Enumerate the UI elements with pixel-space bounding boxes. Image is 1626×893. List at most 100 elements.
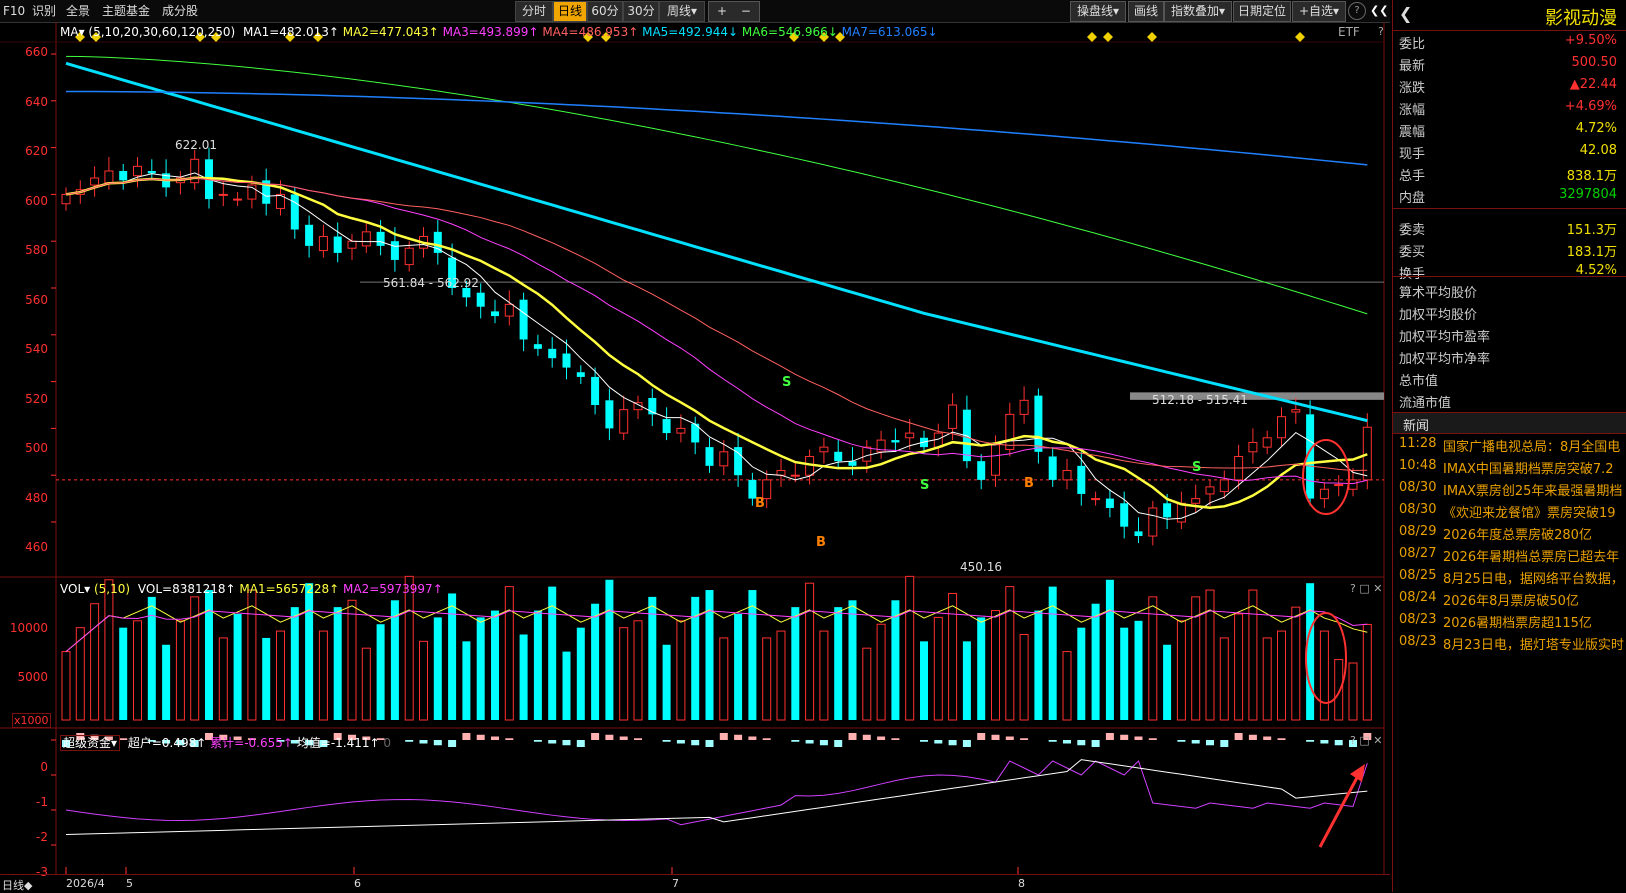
- news-item[interactable]: 11:28 国家广播电视总局：8月全国电: [1393, 436, 1626, 457]
- fund-bar: [1263, 736, 1272, 740]
- news-item[interactable]: 08/27 2026年暑期档总票房已超去年: [1393, 546, 1626, 567]
- ma-dropdown[interactable]: MA▾: [60, 25, 85, 39]
- tab-weekly[interactable]: 周线▾: [659, 1, 705, 22]
- period-mode-label[interactable]: 日线◆: [2, 877, 32, 893]
- ma-params: (5,10,20,30,60,120,250): [88, 25, 236, 39]
- volume-bar: [848, 600, 857, 720]
- volume-bar: [404, 575, 414, 721]
- news-item[interactable]: 08/30 IMAX票房创25年来最强暑期档: [1393, 480, 1626, 501]
- volume-bar: [162, 644, 171, 720]
- volume-bar: [734, 613, 743, 720]
- volume-bar: [576, 627, 585, 720]
- candle-body: [133, 165, 142, 177]
- vol-value: VOL=8381218↑: [137, 582, 236, 596]
- stats-row[interactable]: 加权平均市净率: [1393, 348, 1626, 369]
- candle-body: [548, 348, 557, 359]
- volume-bar: [891, 600, 900, 720]
- draw-line-button[interactable]: 画线: [1128, 1, 1164, 22]
- news-time: 08/27: [1399, 546, 1437, 561]
- fund-cumulative-line: [65, 760, 1368, 826]
- stats-row[interactable]: 加权平均市盈率: [1393, 326, 1626, 347]
- news-headline: 2026年8月票房破50亿: [1443, 594, 1579, 609]
- tab-daily[interactable]: 日线: [553, 1, 587, 22]
- zoom-out-button[interactable]: −: [741, 4, 751, 18]
- fund-bar: [762, 738, 771, 740]
- candle-body: [790, 474, 800, 477]
- vol-pane-controls[interactable]: ? □ ✕: [1350, 582, 1382, 595]
- news-item[interactable]: 08/29 2026年度总票房破280亿: [1393, 524, 1626, 545]
- identify-button[interactable]: 识别: [32, 2, 56, 20]
- overview-button[interactable]: 全景: [66, 2, 90, 20]
- collapse-panel-icon[interactable]: ❮❮: [1370, 2, 1388, 20]
- event-diamond-icon: [1087, 32, 1097, 42]
- stats-label: 算术平均股价: [1399, 286, 1478, 301]
- volume-bar: [347, 599, 357, 721]
- stats-row[interactable]: 算术平均股价: [1393, 282, 1626, 303]
- price-tick-label: 640: [25, 94, 48, 109]
- news-headline: 2026暑期档票房超115亿: [1443, 616, 1592, 631]
- fund-bar: [862, 734, 871, 740]
- price-tick-label: 540: [25, 342, 48, 356]
- operation-line-dropdown[interactable]: 操盘线▾: [1070, 1, 1126, 22]
- theme-fund-button[interactable]: 主题基金: [102, 2, 150, 20]
- fund-bar: [734, 734, 743, 740]
- volume-bar: [605, 579, 614, 720]
- volume-bar: [90, 603, 100, 721]
- quote-value: 42.08: [1579, 143, 1617, 158]
- ma4-value: MA4=486.953↑: [542, 25, 639, 39]
- news-item[interactable]: 08/25 8月25日电，据网络平台数据，: [1393, 568, 1626, 589]
- news-item[interactable]: 10:48 IMAX中国暑期档票房突破7.2: [1393, 458, 1626, 479]
- fund-bar: [805, 740, 814, 744]
- add-watchlist-dropdown[interactable]: +自选▾: [1292, 1, 1346, 22]
- back-icon[interactable]: ❮: [1399, 4, 1412, 23]
- news-item[interactable]: 08/23 8月23日电，据灯塔专业版实时: [1393, 634, 1626, 655]
- constituents-button[interactable]: 成分股: [162, 2, 198, 20]
- volume-bar: [1091, 603, 1100, 720]
- tab-60min[interactable]: 60分: [587, 1, 623, 22]
- fund-bar: [1334, 740, 1343, 746]
- index-overlay-dropdown[interactable]: 指数叠加▾: [1164, 1, 1232, 22]
- fund-dropdown[interactable]: 超级资金▾: [60, 735, 121, 751]
- volume-bar: [562, 651, 571, 720]
- f10-button[interactable]: F10: [3, 2, 25, 20]
- ma250-line: [65, 90, 1368, 166]
- stats-row[interactable]: 流通市值: [1393, 392, 1626, 413]
- zoom-in-button[interactable]: +: [717, 4, 727, 18]
- volume-bar: [1319, 630, 1329, 721]
- candle-body: [519, 299, 528, 340]
- fund-pane-controls[interactable]: ? □ ✕: [1350, 734, 1382, 747]
- volume-bar: [1176, 620, 1186, 721]
- pane-help-icon[interactable]: ?: [1378, 25, 1384, 38]
- volume-bar: [504, 586, 514, 721]
- volume-bar: [1163, 644, 1172, 720]
- date-locate-button[interactable]: 日期定位: [1233, 1, 1291, 22]
- etf-label[interactable]: ETF: [1338, 25, 1360, 39]
- tab-intraday[interactable]: 分时: [515, 1, 553, 22]
- tab-30min[interactable]: 30分: [623, 1, 659, 22]
- volume-bar: [762, 637, 772, 721]
- stats-label: 加权平均股价: [1399, 308, 1478, 323]
- quote-label: 换手: [1399, 267, 1426, 282]
- volume-bar: [262, 637, 271, 720]
- news-item[interactable]: 08/23 2026暑期档票房超115亿: [1393, 612, 1626, 633]
- fund-bar: [448, 740, 457, 747]
- quote-label: 涨跌: [1399, 81, 1426, 96]
- quote-row: 现手 42.08: [1393, 143, 1626, 164]
- ma7-value: MA7=613.065↓: [841, 25, 938, 39]
- news-item[interactable]: 08/30 《欢迎来龙餐馆》票房突破19: [1393, 502, 1626, 523]
- help-icon[interactable]: ?: [1348, 2, 1366, 20]
- stats-row[interactable]: 总市值: [1393, 370, 1626, 391]
- stats-row[interactable]: 加权平均股价: [1393, 304, 1626, 325]
- volume-bar: [819, 630, 829, 721]
- news-headline: 8月23日电，据灯塔专业版实时: [1443, 638, 1624, 653]
- vol-dropdown[interactable]: VOL▾: [60, 582, 90, 596]
- sell-signal: S: [920, 478, 930, 493]
- volume-bar: [218, 637, 228, 721]
- fund-bar: [548, 740, 557, 744]
- news-item[interactable]: 08/24 2026年8月票房破50亿: [1393, 590, 1626, 611]
- fund-bar: [433, 740, 442, 746]
- candle-body: [1319, 488, 1329, 500]
- candle-body: [1362, 426, 1372, 481]
- candle-body: [948, 404, 958, 429]
- volume-bar: [1277, 630, 1286, 721]
